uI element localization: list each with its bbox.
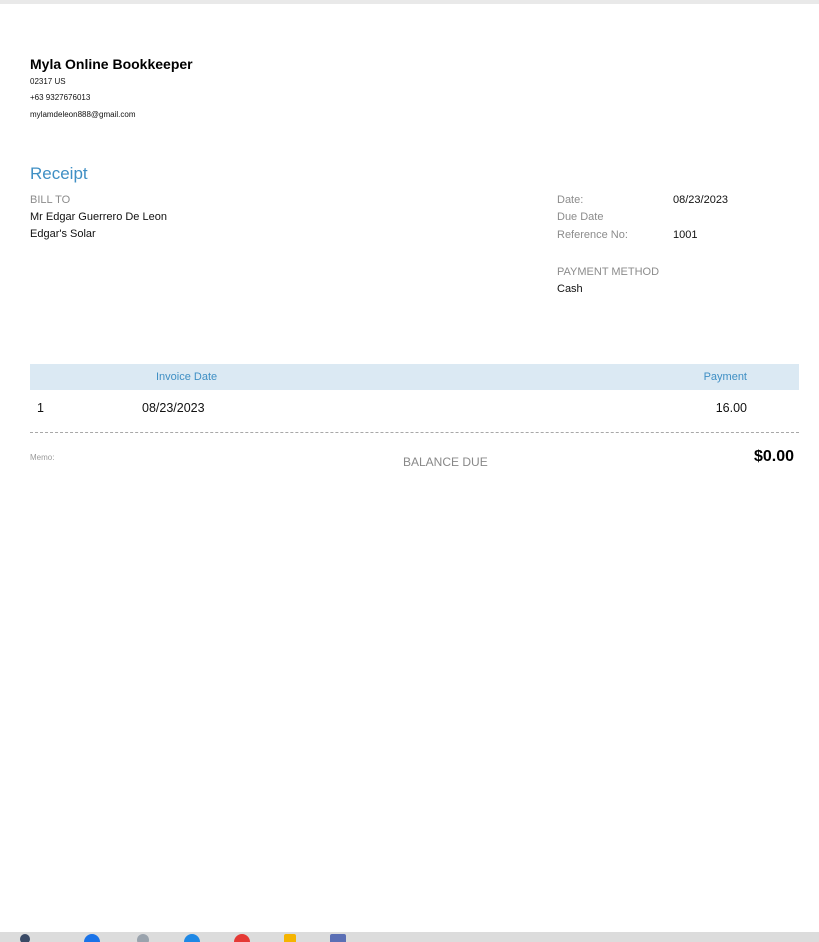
- folder-icon[interactable]: [284, 934, 296, 942]
- divider: [30, 432, 799, 433]
- browser-icon[interactable]: [184, 934, 200, 942]
- bill-to-company: Edgar's Solar: [30, 228, 96, 240]
- header-invoice-date: Invoice Date: [156, 371, 218, 383]
- taskbar: [0, 932, 819, 942]
- app-red-icon[interactable]: [234, 934, 250, 942]
- table-header: Invoice Date Payment: [30, 364, 799, 390]
- reference-label: Reference No:: [557, 229, 628, 241]
- date-label: Date:: [557, 194, 584, 206]
- row-number: 1: [37, 401, 44, 415]
- balance-due-value: $0.00: [753, 448, 794, 465]
- table-row: 1 08/23/2023 16.00: [30, 390, 799, 432]
- company-name: Myla Online Bookkeeper: [30, 56, 193, 72]
- row-payment: 16.00: [715, 401, 747, 415]
- memo-label: Memo:: [30, 453, 55, 462]
- app-icon[interactable]: [20, 934, 30, 942]
- bill-to-label: BILL TO: [30, 194, 71, 206]
- balance-due-label: BALANCE DUE: [403, 455, 488, 469]
- company-email: mylamdeleon888@gmail.com: [30, 110, 136, 119]
- row-invoice-date: 08/23/2023: [142, 401, 205, 415]
- reference-value: 1001: [673, 229, 698, 241]
- header-payment: Payment: [703, 371, 747, 383]
- settings-icon[interactable]: [137, 934, 149, 942]
- document-title: Receipt: [30, 164, 88, 183]
- document-viewer: Myla Online Bookkeeper 02317 US +63 9327…: [0, 0, 819, 942]
- company-postal: 02317 US: [30, 77, 66, 86]
- app-blue-icon[interactable]: [330, 934, 346, 942]
- receipt-page: Myla Online Bookkeeper 02317 US +63 9327…: [0, 4, 819, 932]
- payment-method-label: PAYMENT METHOD: [557, 266, 660, 278]
- bill-to-name: Mr Edgar Guerrero De Leon: [30, 211, 167, 223]
- date-value: 08/23/2023: [673, 194, 729, 206]
- chrome-icon[interactable]: [84, 934, 100, 942]
- payment-method-value: Cash: [557, 283, 583, 295]
- company-phone: +63 9327676013: [30, 93, 91, 102]
- due-date-label: Due Date: [557, 211, 604, 223]
